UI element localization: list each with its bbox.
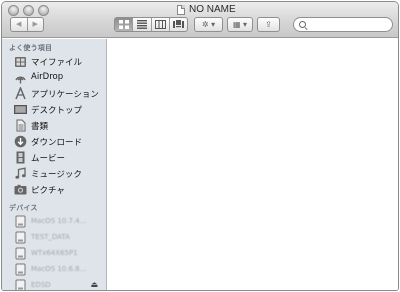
sidebar-item-label: デスクトップ — [31, 106, 83, 116]
downloads-icon — [14, 135, 27, 148]
movies-icon — [16, 151, 25, 164]
sidebar-item-label: ムービー — [31, 154, 66, 164]
sidebar-item-label: ダウンロード — [31, 138, 83, 148]
sidebar-item-music[interactable]: ミュージック — [2, 166, 106, 181]
eject-icon[interactable]: ⏏ — [90, 280, 98, 289]
sidebar-item-pictures[interactable]: ピクチャ — [2, 182, 106, 197]
sidebar-item-label: ピクチャ — [31, 186, 65, 196]
disk-icon — [15, 231, 26, 244]
sidebar-device-item[interactable]: WTx64X65P1 — [2, 246, 106, 261]
music-icon — [15, 167, 26, 179]
search-field[interactable] — [293, 17, 393, 32]
device-label: MacOS 10.7.4... — [31, 217, 87, 225]
device-label: EDSD — [31, 281, 51, 289]
arrange-menu-button[interactable]: ▦ ▾ — [227, 17, 253, 32]
sidebar-item-airdrop[interactable]: AirDrop — [2, 70, 106, 85]
sidebar-item-label: 書類 — [31, 122, 49, 132]
device-label: TEST_DATA — [31, 233, 70, 241]
applications-icon — [15, 87, 26, 100]
icon-view-icon — [118, 20, 129, 29]
title-bar: NO NAME ◀ ▶ ✲ ▾ ▦ ▾ ⇪ — [2, 2, 398, 38]
disk-icon — [15, 279, 26, 290]
cover-flow-icon — [172, 20, 184, 28]
sidebar-item-downloads[interactable]: ダウンロード — [2, 134, 106, 149]
back-forward-group: ◀ ▶ — [10, 17, 44, 32]
action-menu-button[interactable]: ✲ ▾ — [194, 17, 223, 32]
minimize-window-button[interactable] — [23, 5, 34, 16]
list-view-button[interactable] — [133, 18, 152, 31]
search-input[interactable] — [310, 18, 388, 31]
zoom-window-button[interactable] — [38, 5, 49, 16]
search-icon — [299, 21, 306, 28]
airdrop-icon — [15, 76, 26, 84]
sidebar-device-item[interactable]: MacOS 10.7.4... — [2, 214, 106, 229]
sidebar-device-item[interactable]: MacOS 10.6.8... — [2, 262, 106, 277]
pictures-icon — [14, 184, 27, 195]
device-label: MacOS 10.6.8... — [31, 265, 87, 273]
documents-icon — [16, 119, 26, 132]
list-view-icon — [136, 20, 147, 29]
column-view-icon — [154, 20, 166, 29]
sidebar-device-item[interactable]: TEST_DATA — [2, 230, 106, 245]
sidebar-item-label: マイファイル — [31, 58, 83, 68]
disk-icon — [15, 215, 26, 228]
disk-icon — [15, 263, 26, 276]
devices-header: デバイス — [9, 204, 38, 212]
sidebar-item-applications[interactable]: アプリケーション — [2, 86, 106, 101]
volume-proxy-icon[interactable] — [177, 5, 185, 15]
disk-icon — [15, 247, 26, 260]
sidebar-item-all-my-files[interactable]: マイファイル — [2, 54, 106, 69]
sidebar-device-item[interactable]: EDSD ⏏ — [2, 278, 106, 290]
sidebar-item-label: アプリケーション — [31, 90, 99, 100]
window-title: NO NAME — [189, 4, 236, 15]
sidebar-item-label: AirDrop — [31, 72, 64, 82]
icon-view-button[interactable] — [115, 18, 134, 31]
finder-window: NO NAME ◀ ▶ ✲ ▾ ▦ ▾ ⇪ よく使う項目 マイファイル AirD… — [1, 1, 399, 291]
sidebar-item-label: ミュージック — [31, 170, 82, 180]
cover-flow-view-button[interactable] — [170, 18, 187, 31]
desktop-icon — [14, 105, 27, 114]
forward-button[interactable]: ▶ — [28, 18, 44, 31]
back-button[interactable]: ◀ — [11, 18, 28, 31]
column-view-button[interactable] — [152, 18, 170, 31]
sidebar-item-documents[interactable]: 書類 — [2, 118, 106, 133]
share-button[interactable]: ⇪ — [257, 17, 280, 32]
sidebar-item-desktop[interactable]: デスクトップ — [2, 102, 106, 117]
view-mode-group — [114, 17, 188, 32]
favorites-header: よく使う項目 — [9, 44, 53, 52]
device-label: WTx64X65P1 — [31, 249, 78, 257]
sidebar-item-movies[interactable]: ムービー — [2, 150, 106, 165]
close-window-button[interactable] — [8, 5, 19, 16]
all-my-files-icon — [15, 57, 26, 67]
file-browser-area[interactable] — [108, 39, 398, 290]
sidebar: よく使う項目 マイファイル AirDrop アプリケーション デスクトップ 書類… — [2, 39, 107, 290]
